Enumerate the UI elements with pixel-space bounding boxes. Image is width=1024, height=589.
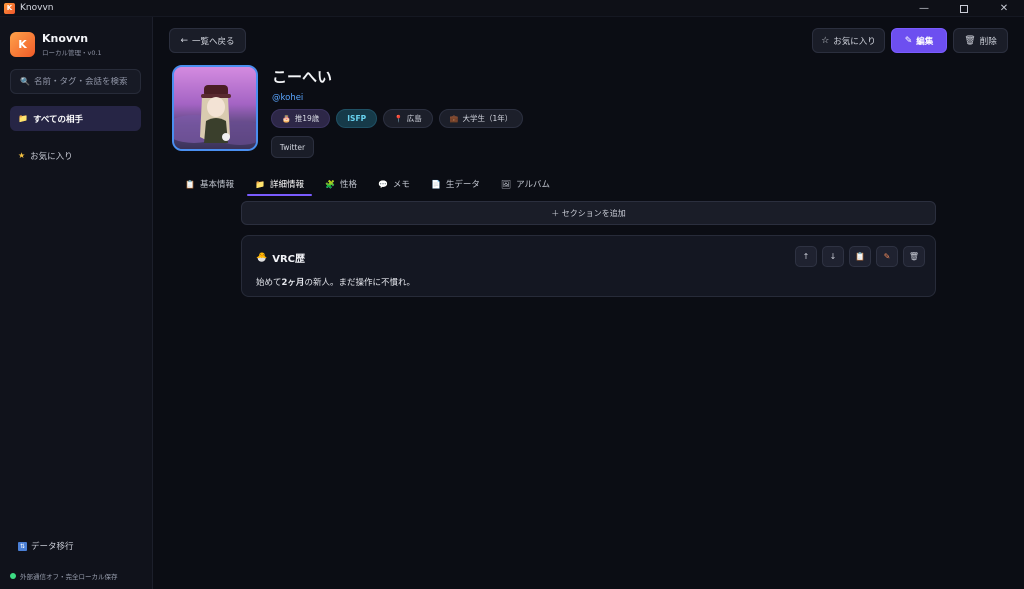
edit-button-label: 編集 bbox=[916, 36, 934, 47]
section-body: 始めて2ヶ月の新人。まだ操作に不慣れ。 bbox=[256, 276, 415, 288]
maximize-icon bbox=[960, 4, 968, 13]
section-title-label: VRC歴 bbox=[272, 254, 305, 265]
tab-basic-info[interactable]: 📋 基本情報 bbox=[177, 173, 242, 195]
tab-label: 性格 bbox=[339, 180, 357, 190]
data-migration-link[interactable]: ⇅ データ移行 bbox=[18, 540, 74, 552]
favorite-button[interactable]: ☆ お気に入り bbox=[812, 28, 885, 53]
copy-button[interactable]: 📋 bbox=[849, 246, 871, 267]
clipboard-icon: 📋 bbox=[185, 179, 195, 189]
favorite-button-label: お気に入り bbox=[833, 36, 876, 47]
search-input[interactable] bbox=[33, 76, 134, 87]
speech-bubble-icon: 💬 bbox=[377, 179, 388, 189]
tag-age-label: 推19歳 bbox=[294, 114, 320, 123]
tab-label: 基本情報 bbox=[199, 180, 234, 190]
tag-mbti: ISFP bbox=[336, 109, 378, 128]
tab-label: メモ bbox=[392, 180, 410, 190]
sidebar-item-label: すべての相手 bbox=[32, 114, 84, 125]
back-button[interactable]: ← 一覧へ戻る bbox=[169, 28, 246, 53]
maximize-button[interactable] bbox=[944, 0, 984, 17]
main-panel: ← 一覧へ戻る ☆ お気に入り ✎ 編集 🗑 削除 こーへい @kohei 🎂 … bbox=[153, 17, 1024, 589]
section-actions: ↑ ↓ 📋 ✎ 🗑 bbox=[790, 246, 925, 267]
trash-icon: 🗑 bbox=[964, 35, 976, 46]
profile-tags: 🎂 推19歳 ISFP 📍 広島 💼 大学生（1年） bbox=[271, 109, 529, 128]
tab-raw-data[interactable]: 📄 生データ bbox=[423, 173, 488, 195]
image-icon: 🖼 bbox=[500, 179, 512, 189]
arrow-left-icon: ← bbox=[180, 35, 189, 46]
app-subtitle: ローカル管理・v0.1 bbox=[42, 49, 102, 57]
app-name: Knovvn bbox=[42, 32, 89, 45]
section-card: 🐣 VRC歴 始めて2ヶ月の新人。まだ操作に不慣れ。 ↑ ↓ 📋 ✎ 🗑 bbox=[241, 235, 936, 297]
tag-location-label: 広島 bbox=[406, 114, 422, 123]
sidebar-item-favorites[interactable]: ★ お気に入り bbox=[10, 143, 141, 168]
tab-bar: 📋 基本情報 📁 詳細情報 🧩 性格 💬 メモ 📄 生データ 🖼 アルバム bbox=[177, 173, 563, 196]
delete-button[interactable]: 🗑 削除 bbox=[953, 28, 1008, 53]
sidebar: K Knovvn ローカル管理・v0.1 🔍 📁 すべての相手 ★ お気に入り … bbox=[0, 17, 153, 589]
section-body-bold: 2ヶ月 bbox=[281, 278, 305, 288]
brand: K Knovvn ローカル管理・v0.1 bbox=[10, 32, 102, 57]
tag-occupation-label: 大学生（1年） bbox=[462, 114, 513, 123]
briefcase-icon: 💼 bbox=[449, 114, 459, 123]
tab-memo[interactable]: 💬 メモ bbox=[370, 173, 418, 195]
folder-icon: 📁 bbox=[18, 114, 28, 123]
tag-occupation: 💼 大学生（1年） bbox=[438, 109, 524, 128]
document-icon: 📄 bbox=[430, 179, 441, 189]
trash-icon: 🗑 bbox=[908, 252, 920, 261]
pencil-icon: ✎ bbox=[883, 252, 891, 261]
minimize-button[interactable]: — bbox=[904, 0, 944, 17]
move-down-button[interactable]: ↓ bbox=[822, 246, 844, 267]
star-icon: ★ bbox=[18, 151, 26, 160]
arrow-down-icon: ↓ bbox=[829, 252, 837, 261]
star-outline-icon: ☆ bbox=[821, 35, 830, 46]
window-title: Knovvn bbox=[20, 3, 54, 13]
section-body-prefix: 始めて bbox=[256, 278, 282, 288]
puzzle-icon: 🧩 bbox=[324, 179, 335, 189]
avatar bbox=[172, 65, 258, 151]
section-title: 🐣 VRC歴 bbox=[256, 250, 305, 266]
search-box[interactable]: 🔍 bbox=[10, 69, 141, 94]
back-button-label: 一覧へ戻る bbox=[192, 36, 235, 47]
pencil-icon: ✎ bbox=[904, 35, 913, 46]
tab-label: アルバム bbox=[516, 180, 550, 190]
sidebar-item-all[interactable]: 📁 すべての相手 bbox=[10, 106, 141, 131]
app-icon: K bbox=[4, 2, 15, 14]
add-section-button[interactable]: ＋ セクションを追加 bbox=[241, 201, 936, 225]
avatar-image bbox=[174, 67, 256, 149]
edit-section-button[interactable]: ✎ bbox=[876, 246, 898, 267]
data-migration-label: データ移行 bbox=[31, 542, 74, 552]
tab-label: 詳細情報 bbox=[269, 180, 304, 190]
sidebar-item-label: お気に入り bbox=[30, 151, 73, 162]
arrow-up-icon: ↑ bbox=[802, 252, 810, 261]
profile-name: こーへい bbox=[272, 68, 333, 86]
window-titlebar: K Knovvn — ✕ bbox=[0, 0, 1024, 17]
app-logo: K bbox=[10, 32, 35, 57]
migrate-icon: ⇅ bbox=[18, 541, 27, 551]
status-dot-icon bbox=[10, 573, 16, 579]
clipboard-icon: 📋 bbox=[855, 252, 865, 261]
section-body-suffix: の新人。まだ操作に不慣れ。 bbox=[304, 278, 416, 288]
cake-icon: 🎂 bbox=[282, 114, 291, 123]
tab-label: 生データ bbox=[445, 180, 480, 190]
tag-mbti-label: ISFP bbox=[347, 114, 367, 123]
tab-personality[interactable]: 🧩 性格 bbox=[317, 173, 365, 195]
twitter-link[interactable]: Twitter bbox=[271, 136, 314, 158]
tag-age: 🎂 推19歳 bbox=[271, 109, 331, 128]
tag-location: 📍 広島 bbox=[383, 109, 433, 128]
status-indicator: 外部通信オフ・完全ローカル保存 bbox=[10, 571, 118, 581]
chick-icon: 🐣 bbox=[256, 252, 268, 263]
folder-icon: 📁 bbox=[254, 179, 265, 189]
close-button[interactable]: ✕ bbox=[984, 0, 1024, 17]
tab-details[interactable]: 📁 詳細情報 bbox=[246, 173, 312, 196]
tab-album[interactable]: 🖼 アルバム bbox=[493, 173, 558, 195]
pin-icon: 📍 bbox=[394, 114, 403, 123]
move-up-button[interactable]: ↑ bbox=[795, 246, 817, 267]
edit-button[interactable]: ✎ 編集 bbox=[891, 28, 947, 53]
status-text: 外部通信オフ・完全ローカル保存 bbox=[20, 573, 118, 581]
search-icon: 🔍 bbox=[20, 77, 30, 86]
profile-handle[interactable]: @kohei bbox=[272, 93, 303, 103]
delete-section-button[interactable]: 🗑 bbox=[903, 246, 925, 267]
delete-button-label: 削除 bbox=[979, 36, 997, 47]
